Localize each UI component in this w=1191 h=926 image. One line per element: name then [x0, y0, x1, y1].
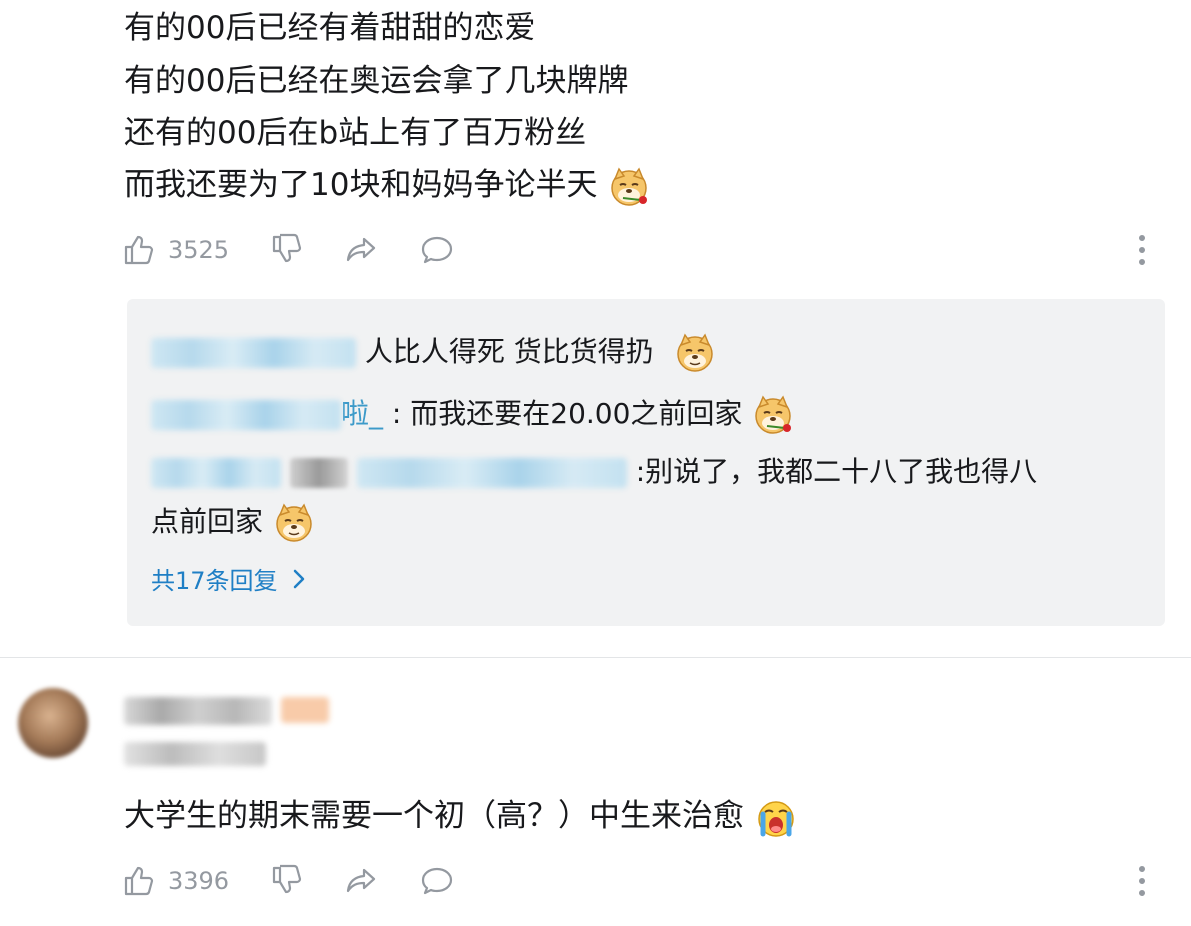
reply-item-continued: 点前回家: [151, 500, 316, 545]
thumbs-up-icon: [124, 866, 154, 896]
comment-line: 有的00后已经有着甜甜的恋爱: [124, 10, 536, 46]
thumbs-down-icon: [272, 233, 302, 263]
reply-button[interactable]: [420, 861, 454, 901]
comment-line-with-emoji: 而我还要为了10块和妈妈争论半天: [124, 162, 651, 209]
view-all-replies-label: 共17条回复: [151, 567, 278, 595]
reply-to-username[interactable]: [356, 458, 627, 488]
comment-page: 有的00后已经有着甜甜的恋爱 有的00后已经在奥运会拿了几块牌牌 还有的00后在…: [0, 0, 1191, 926]
more-vertical-icon: [1139, 866, 1145, 896]
crying-face-icon: [754, 796, 798, 840]
comment-line: 有的00后已经在奥运会拿了几块牌牌: [124, 63, 629, 99]
reply-text: :别说了，我都二十八了我也得八: [635, 455, 1038, 488]
like-button[interactable]: 3396: [122, 861, 229, 901]
comment-action-bar: 3396: [122, 861, 1162, 901]
share-arrow-icon: [346, 237, 376, 262]
doge-rose-icon: [751, 393, 795, 437]
reply-username[interactable]: [151, 338, 356, 368]
reply-text: : 而我还要在20.00之前回家: [391, 397, 743, 430]
comment-line: 还有的00后在b站上有了百万粉丝: [124, 115, 587, 151]
reply-item[interactable]: 啦_ : 而我还要在20.00之前回家: [151, 392, 795, 437]
avatar[interactable]: [18, 688, 88, 758]
chevron-right-icon: [293, 569, 304, 588]
more-options-button[interactable]: [1132, 232, 1152, 268]
like-count: 3525: [168, 236, 230, 264]
comment-line-with-emoji: 大学生的期末需要一个初（高？）中生来治愈: [124, 793, 798, 840]
reply-text: 点前回家: [151, 505, 264, 538]
reply-username[interactable]: [151, 458, 281, 488]
share-button[interactable]: [344, 861, 378, 901]
doge-icon: [272, 501, 316, 545]
doge-rose-icon: [607, 165, 651, 209]
replies-panel: 人比人得死 货比货得扔 啦_ : 而我还要在20.00之前回家:别说了，我都二…: [127, 299, 1165, 626]
thumbs-down-icon: [272, 864, 302, 894]
reply-button[interactable]: [420, 230, 454, 270]
reply-text: 人比人得死 货比货得扔: [364, 335, 654, 368]
reply-item[interactable]: 人比人得死 货比货得扔: [151, 330, 717, 375]
comment-date: [124, 742, 266, 766]
more-options-button[interactable]: [1132, 863, 1152, 899]
reply-badge: [289, 458, 348, 488]
user-level-badge: [281, 697, 329, 723]
comment-divider: [0, 657, 1191, 658]
thumbs-up-icon: [124, 235, 154, 265]
more-vertical-icon: [1139, 235, 1145, 265]
share-arrow-icon: [346, 868, 376, 893]
comment-username[interactable]: [124, 697, 272, 725]
chat-bubble-icon: [421, 867, 453, 895]
view-all-replies-link[interactable]: 共17条回复: [151, 561, 310, 596]
dislike-button[interactable]: [270, 230, 304, 270]
share-button[interactable]: [344, 230, 378, 270]
reply-username[interactable]: [151, 400, 341, 430]
comment-action-bar: 3525: [122, 230, 1162, 270]
dislike-button[interactable]: [270, 861, 304, 901]
chat-bubble-icon: [421, 236, 453, 264]
reply-item[interactable]: :别说了，我都二十八了我也得八: [151, 450, 1037, 494]
reply-username-suffix[interactable]: 啦_: [341, 397, 383, 430]
comment-text: 而我还要为了10块和妈妈争论半天: [124, 167, 598, 203]
like-button[interactable]: 3525: [122, 230, 229, 270]
like-count: 3396: [168, 867, 230, 895]
comment-text: 大学生的期末需要一个初（高？）中生来治愈: [124, 798, 744, 834]
doge-icon: [673, 331, 717, 375]
